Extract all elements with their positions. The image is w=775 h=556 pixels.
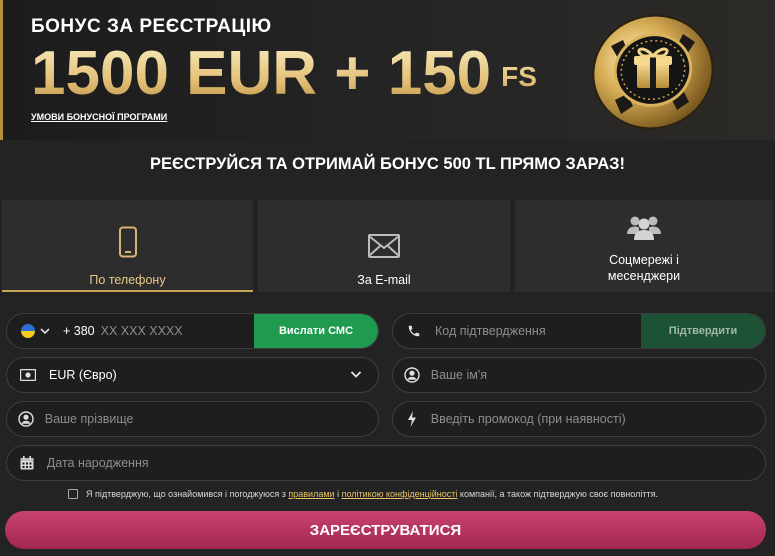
tab-email[interactable]: За E-mail — [258, 200, 510, 292]
promo-code-input[interactable] — [430, 412, 765, 426]
consent-text: Я підтверджую, що ознайомився і погоджую… — [86, 489, 658, 499]
ukraine-flag-icon — [21, 324, 35, 338]
bonus-terms-link[interactable]: УМОВИ БОНУСНОЇ ПРОГРАМИ — [31, 112, 167, 122]
confirm-code-button[interactable]: Підтвердити — [641, 314, 765, 348]
chevron-down-icon — [40, 328, 50, 335]
terms-checkbox[interactable] — [68, 489, 78, 499]
registration-headline: РЕЄСТРУЙСЯ ТА ОТРИМАЙ БОНУС 500 TL ПРЯМО… — [150, 155, 625, 173]
phone-input[interactable] — [100, 324, 251, 338]
phone-prefix: + 380 — [63, 324, 95, 338]
currency-select[interactable]: EUR (Євро) — [6, 357, 379, 393]
surname-field — [6, 401, 379, 437]
casino-chip-gift-icon — [592, 14, 714, 130]
banknote-icon — [7, 369, 49, 381]
phone-field: + 380 Вислати СМС — [6, 313, 379, 349]
calendar-icon — [7, 456, 47, 470]
birthdate-field — [6, 445, 766, 481]
envelope-icon — [368, 216, 400, 258]
consent-text-before: Я підтверджую, що ознайомився і погоджую… — [86, 489, 286, 499]
confirmation-code-field: Підтвердити — [392, 313, 766, 349]
first-name-input[interactable] — [430, 368, 765, 382]
birthdate-input[interactable] — [46, 456, 765, 470]
user-icon — [393, 367, 431, 383]
lightning-icon — [393, 411, 431, 427]
tab-social-label: Соцмережі і месенджери — [607, 253, 681, 283]
surname-input[interactable] — [44, 412, 378, 426]
promo-code-field — [392, 401, 766, 437]
tab-phone-label: По телефону — [89, 273, 166, 287]
consent-and: і — [337, 489, 340, 499]
banner-amount-value: 1500 EUR + 150 — [31, 39, 492, 108]
send-sms-button[interactable]: Вислати СМС — [254, 314, 378, 348]
users-icon — [627, 214, 661, 240]
register-button[interactable]: ЗАРЕЄСТРУВАТИСЯ — [5, 511, 766, 549]
banner-amount: 1500 EUR + 150 FS — [31, 40, 537, 111]
tab-phone[interactable]: По телефону — [2, 200, 253, 292]
terms-consent: Я підтверджую, що ознайомився і погоджую… — [68, 489, 658, 499]
currency-value: EUR (Євро) — [49, 368, 117, 382]
phone-icon — [118, 216, 138, 258]
tab-email-label: За E-mail — [357, 273, 411, 287]
chevron-down-icon — [350, 371, 362, 378]
rules-link[interactable]: правилами — [288, 489, 334, 499]
banner-title: БОНУС ЗА РЕЄСТРАЦІЮ — [31, 16, 272, 37]
country-selector[interactable] — [7, 324, 63, 338]
confirmation-code-input[interactable] — [435, 324, 625, 338]
bonus-banner: БОНУС ЗА РЕЄСТРАЦІЮ 1500 EUR + 150 FS УМО… — [0, 0, 775, 140]
tab-social[interactable]: Соцмережі і месенджери — [515, 200, 773, 292]
banner-amount-suffix: FS — [501, 61, 537, 92]
user-icon — [7, 411, 45, 427]
consent-text-after: компанії, а також підтверджую своє повно… — [459, 489, 658, 499]
first-name-field — [392, 357, 766, 393]
privacy-policy-link[interactable]: політикою конфіденційності — [342, 489, 458, 499]
phone-handset-icon — [393, 324, 435, 338]
